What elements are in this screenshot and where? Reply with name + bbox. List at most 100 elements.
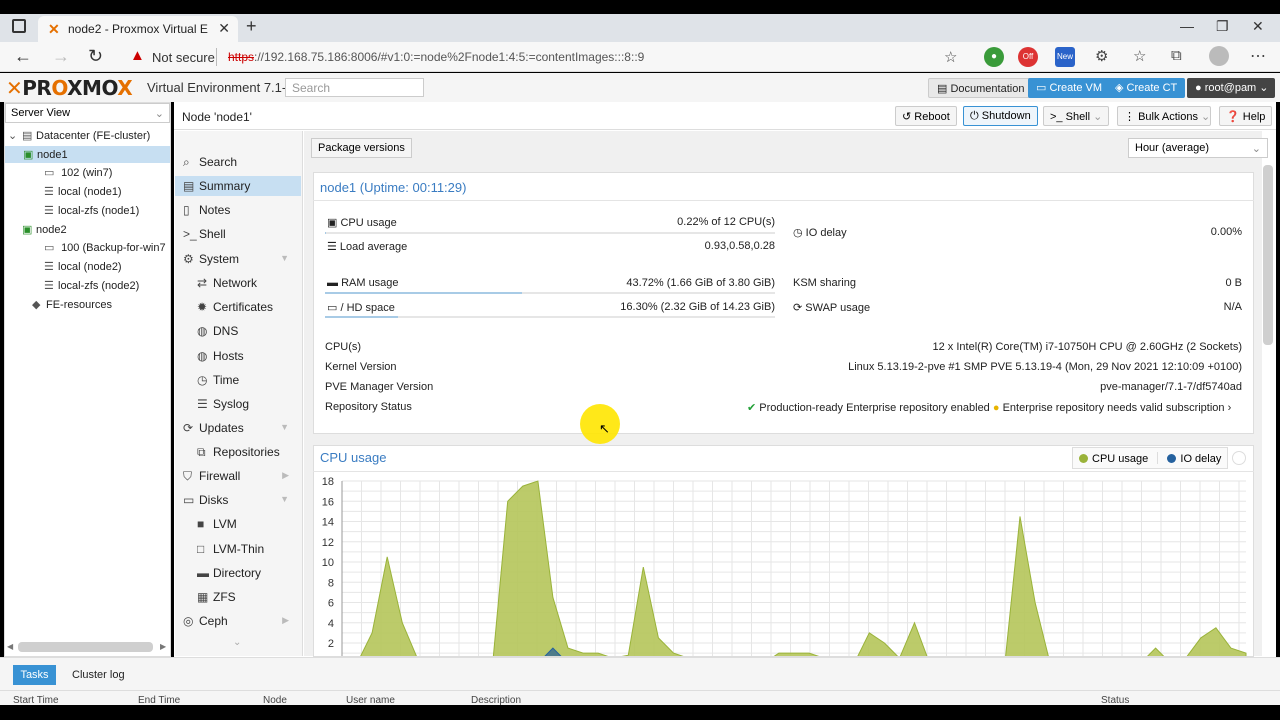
menu-item-label: Notes xyxy=(199,203,231,217)
menu-item-hosts[interactable]: ◍ Hosts xyxy=(175,346,301,366)
profile-avatar-icon[interactable] xyxy=(1209,46,1229,66)
tree-item-fe-resources[interactable]: ◆ FE-resources xyxy=(32,298,112,311)
menu-item-shell[interactable]: >_ Shell xyxy=(175,224,301,244)
menu-item-certificates[interactable]: ✹ Certificates xyxy=(175,297,301,317)
menu-item-label: LVM-Thin xyxy=(213,542,265,556)
legend-item-io-delay[interactable]: IO delay xyxy=(1167,453,1221,465)
menu-item-disks[interactable]: ▭ Disks ▼ xyxy=(175,490,301,510)
new-tab-icon[interactable]: + xyxy=(246,16,257,37)
menu-item-label: Search xyxy=(199,155,238,169)
ram-usage-value: 43.72% (1.66 GiB of 3.80 GiB) xyxy=(626,277,775,289)
help-button[interactable]: ❓ Help xyxy=(1219,106,1273,126)
package-versions-button[interactable]: Package versions xyxy=(311,138,412,158)
tree-item-node1[interactable]: ▣ node1 xyxy=(5,146,170,163)
warning-circle-icon: ● xyxy=(989,402,1003,414)
favorites-icon[interactable]: ☆ xyxy=(1133,47,1146,65)
menu-item-dns[interactable]: ◍ DNS xyxy=(175,321,301,341)
menu-item-syslog[interactable]: ☰ Syslog xyxy=(175,394,301,414)
globe-icon: ◍ xyxy=(197,324,208,338)
menu-scroll-down-icon[interactable]: ⌄ xyxy=(233,637,241,648)
menu-item-lvm[interactable]: ■ LVM xyxy=(175,514,301,534)
maximize-icon[interactable]: ❐ xyxy=(1216,18,1229,35)
user-menu-button[interactable]: ● root@pam ⌄ xyxy=(1187,78,1275,98)
menu-item-system[interactable]: ⚙ System ▼ xyxy=(175,249,301,269)
reboot-button[interactable]: ↺ Reboot xyxy=(895,106,957,126)
y-tick-label: 8 xyxy=(328,577,334,589)
reboot-icon: ↺ xyxy=(902,111,915,123)
tab-tasks[interactable]: Tasks xyxy=(13,665,56,685)
menu-item-updates[interactable]: ⟳ Updates ▼ xyxy=(175,418,301,438)
tree-horizontal-scrollbar[interactable] xyxy=(18,642,153,652)
url-bar[interactable]: ▲ Not secure https://192.168.75.186:8006… xyxy=(120,45,970,69)
tree-item-localzfs-node1[interactable]: ☰ local-zfs (node1) xyxy=(44,204,139,217)
menu-item-search[interactable]: ⌕ Search xyxy=(175,152,301,172)
documentation-button[interactable]: ▤ Documentation xyxy=(928,78,1034,98)
tree-item-local-node2[interactable]: ☰ local (node2) xyxy=(44,260,122,273)
create-vm-button[interactable]: ▭ Create VM xyxy=(1028,78,1111,98)
network-icon: ⇄ xyxy=(197,276,208,290)
menu-item-notes[interactable]: ▯ Notes xyxy=(175,200,301,220)
create-ct-button[interactable]: ◈ Create CT xyxy=(1107,78,1186,98)
timeframe-select[interactable]: Hour (average) ⌄ xyxy=(1128,138,1268,158)
close-tab-icon[interactable]: ✕ xyxy=(218,20,230,37)
tree-item-label: FE-resources xyxy=(46,299,113,311)
load-average-label-text: Load average xyxy=(339,241,408,253)
list-icon: ☰ xyxy=(197,397,208,411)
scroll-right-icon[interactable]: ▶ xyxy=(160,642,166,651)
bulk-actions-button[interactable]: ⋮ Bulk Actions ⌄ xyxy=(1117,106,1211,126)
terminal-icon: >_ xyxy=(183,227,197,241)
tab-cluster-log[interactable]: Cluster log xyxy=(72,669,125,681)
tree-item-localzfs-node2[interactable]: ☰ local-zfs (node2) xyxy=(44,279,139,292)
extension-globe-icon[interactable]: ● xyxy=(984,47,1004,67)
menu-item-firewall[interactable]: ⛉ Firewall ▶ xyxy=(175,466,301,486)
menu-item-label: Updates xyxy=(199,421,244,435)
favorite-star-icon[interactable]: ☆ xyxy=(944,48,957,66)
content-vertical-scrollbar[interactable] xyxy=(1263,165,1273,345)
chart-undo-zoom-icon[interactable] xyxy=(1232,451,1246,465)
swap-usage-value: N/A xyxy=(1223,301,1242,313)
shell-button[interactable]: >_ Shell ⌄ xyxy=(1043,106,1109,126)
y-tick-label: 10 xyxy=(322,557,334,569)
tree-item-vm-100[interactable]: ▭ 100 (Backup-for-win7 xyxy=(44,241,166,254)
menu-item-label: Summary xyxy=(199,179,251,193)
collections-icon[interactable]: ⧉ xyxy=(1171,47,1182,64)
menu-item-zfs[interactable]: ▦ ZFS xyxy=(175,587,301,607)
tab-actions-icon[interactable] xyxy=(12,19,26,33)
legend-swatch xyxy=(1079,454,1088,463)
tree-item-node2[interactable]: ▣ node2 xyxy=(22,223,67,236)
extension-off-icon[interactable]: Off xyxy=(1018,47,1038,67)
menu-item-ceph[interactable]: ◎ Ceph ▶ xyxy=(175,611,301,631)
extensions-puzzle-icon[interactable]: ⚙ xyxy=(1095,47,1108,65)
hd-space-value: 16.30% (2.32 GiB of 14.23 GiB) xyxy=(620,301,775,313)
scroll-left-icon[interactable]: ◀ xyxy=(7,642,13,651)
refresh-icon: ⟳ xyxy=(793,302,806,314)
forward-icon[interactable]: → xyxy=(52,46,70,67)
back-icon[interactable]: ← xyxy=(14,46,32,67)
minimize-icon[interactable]: — xyxy=(1180,18,1194,34)
view-selector[interactable]: Server View ⌄ xyxy=(5,103,170,123)
global-search-input[interactable]: Search xyxy=(285,78,424,97)
reload-icon[interactable]: ↻ xyxy=(88,46,103,67)
folder-icon: ▬ xyxy=(197,566,209,580)
legend-item-cpu-usage[interactable]: CPU usage xyxy=(1079,453,1148,465)
repository-status-value[interactable]: ✔ Production-ready Enterprise repository… xyxy=(747,401,1231,414)
menu-item-summary[interactable]: ▤ Summary xyxy=(175,176,301,196)
tree-item-vm-102[interactable]: ▭ 102 (win7) xyxy=(44,166,112,179)
menu-item-repositories[interactable]: ⧉ Repositories xyxy=(175,442,301,462)
series-area-cpu-usage xyxy=(360,480,1247,656)
shutdown-button[interactable]: ⏻ Shutdown xyxy=(963,106,1038,126)
power-icon: ⏻ xyxy=(970,110,982,122)
chevron-down-icon: ⌄ xyxy=(154,108,164,120)
browser-tab[interactable]: ✕ node2 - Proxmox Virtual Environ ✕ xyxy=(38,16,238,42)
close-window-icon[interactable]: ✕ xyxy=(1252,18,1264,35)
extension-new-icon[interactable]: New xyxy=(1055,47,1075,67)
tree-item-datacenter[interactable]: ⌄ ▤ Datacenter (FE-cluster) xyxy=(8,129,150,142)
menu-item-time[interactable]: ◷ Time xyxy=(175,370,301,390)
menu-item-directory[interactable]: ▬ Directory xyxy=(175,563,301,583)
tree-item-local-node1[interactable]: ☰ local (node1) xyxy=(44,185,122,198)
menu-item-lvm-thin[interactable]: □ LVM-Thin xyxy=(175,539,301,559)
menu-item-network[interactable]: ⇄ Network xyxy=(175,273,301,293)
reboot-label: Reboot xyxy=(914,111,950,123)
more-menu-icon[interactable]: ⋯ xyxy=(1250,46,1266,66)
help-label: Help xyxy=(1242,111,1266,123)
